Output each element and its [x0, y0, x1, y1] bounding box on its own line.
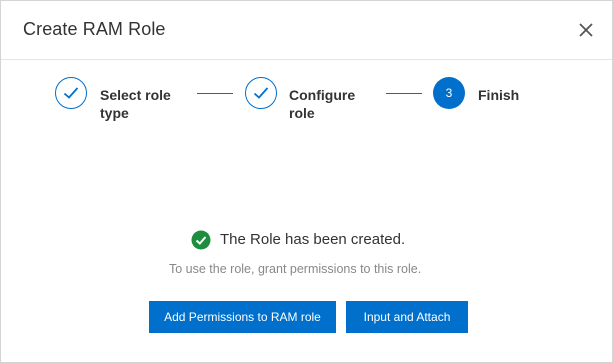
dialog-header: Create RAM Role: [1, 1, 612, 60]
close-icon[interactable]: [575, 19, 597, 41]
step-3-label: Finish: [478, 87, 520, 103]
input-and-attach-button[interactable]: Input and Attach: [346, 301, 468, 333]
dialog-title: Create RAM Role: [23, 19, 166, 39]
step-2-label-line1: Configure: [289, 87, 356, 103]
step-1-label-line1: Select role: [100, 87, 171, 103]
add-permissions-button[interactable]: Add Permissions to RAM role: [149, 301, 336, 333]
hint-message: To use the role, grant permissions to th…: [169, 262, 422, 276]
step-connector-1: [197, 93, 233, 94]
step-1-label-line2: type: [100, 105, 129, 121]
success-check-icon: [191, 230, 211, 250]
step-3-number: 3: [433, 77, 465, 109]
step-connector-2: [386, 93, 422, 94]
success-message: The Role has been created.: [220, 231, 406, 248]
step-2-label: Configure role: [289, 86, 355, 122]
step-1-check-icon: [55, 77, 87, 109]
step-2-label-line2: role: [289, 105, 315, 121]
create-ram-role-dialog: Create RAM Role Select role type Configu…: [0, 0, 613, 363]
step-2-check-icon: [245, 77, 277, 109]
step-1-label: Select role type: [100, 86, 171, 122]
